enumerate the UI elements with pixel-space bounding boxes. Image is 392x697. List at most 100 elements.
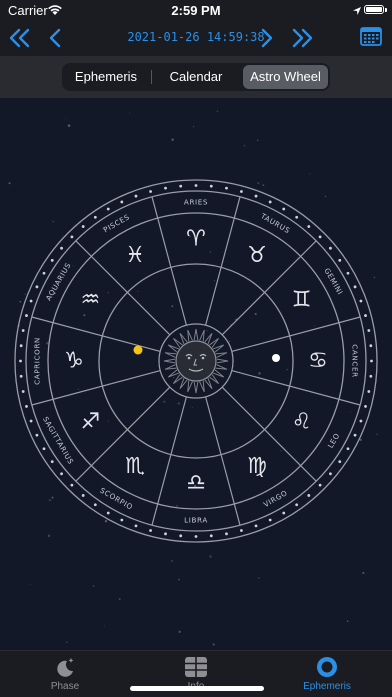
star — [186, 326, 188, 328]
degree-dot — [50, 460, 54, 464]
segment-calendar[interactable]: Calendar — [154, 65, 238, 89]
star — [212, 643, 215, 646]
sign-glyph-sagittarius: ♐ — [80, 410, 100, 435]
segment-ephemeris[interactable]: Ephemeris — [64, 65, 148, 89]
star — [65, 641, 68, 643]
degree-dot — [42, 447, 46, 451]
star — [163, 400, 166, 403]
degree-dot — [353, 433, 357, 437]
degree-dot — [134, 524, 138, 528]
degree-dot — [359, 299, 363, 303]
sign-name-gemini: GEMINI — [322, 266, 345, 296]
degree-dot — [254, 524, 258, 528]
sun-ray — [193, 381, 199, 394]
degree-dot — [318, 483, 322, 487]
star — [257, 182, 260, 185]
star — [83, 314, 86, 317]
chevron-right-icon[interactable] — [252, 24, 280, 52]
star — [29, 583, 31, 585]
moon-position-marker[interactable] — [272, 354, 280, 362]
star — [314, 324, 316, 326]
view-switcher-bar: Ephemeris Calendar Astro Wheel — [0, 56, 392, 98]
sign-glyph-gemini: ♊ — [292, 288, 312, 313]
star — [209, 555, 212, 558]
degree-dot — [19, 344, 23, 348]
sun-ray — [193, 328, 199, 341]
sun-ray — [172, 337, 183, 348]
star — [173, 377, 175, 378]
sign-name-aries: ARIES — [184, 198, 208, 207]
degree-dot — [268, 518, 272, 522]
sun-ray — [187, 380, 193, 393]
degree-dot — [42, 271, 46, 275]
sun-ray — [179, 332, 188, 344]
degree-dot — [164, 186, 167, 190]
tab-phase[interactable]: Phase — [15, 655, 115, 692]
sign-glyph-cancer: ♋ — [308, 349, 328, 374]
grid-icon — [146, 655, 246, 679]
tab-ephemeris[interactable]: Ephemeris — [277, 655, 377, 692]
degree-dot — [240, 529, 243, 532]
star — [373, 276, 376, 279]
sun-position-marker[interactable] — [133, 345, 143, 355]
star — [77, 388, 80, 390]
sign-name-pisces: PISCES — [102, 212, 131, 234]
degree-dot — [359, 419, 363, 423]
sign-glyph-taurus: ♉ — [247, 243, 267, 268]
star — [193, 126, 195, 128]
sun-ray — [209, 374, 220, 385]
sign-name-aquarius: AQUARIUS — [44, 261, 73, 302]
star — [177, 578, 180, 581]
degree-dot — [209, 534, 213, 538]
degree-dot — [369, 374, 373, 378]
star — [8, 182, 11, 185]
degree-dot — [370, 359, 373, 363]
sun-ray — [167, 344, 179, 353]
sign-name-cancer: CANCER — [351, 344, 360, 377]
calendar-icon[interactable] — [360, 26, 382, 46]
degree-dot — [60, 472, 63, 476]
star — [258, 372, 261, 375]
segment-astro-wheel[interactable]: Astro Wheel — [243, 65, 328, 89]
star — [376, 433, 378, 435]
double-chevron-left-icon[interactable] — [6, 24, 34, 52]
location-arrow-icon — [352, 4, 362, 19]
degree-dot — [106, 511, 110, 515]
sign-glyph-leo: ♌ — [292, 410, 312, 435]
degree-dot — [240, 190, 243, 193]
star — [176, 505, 178, 507]
sign-name-taurus: TAURUS — [258, 211, 291, 236]
degree-dot — [164, 532, 167, 536]
degree-dot — [268, 200, 272, 204]
sun-ray — [163, 358, 176, 364]
degree-dot — [364, 405, 367, 408]
sign-glyph-capricorn: ♑ — [64, 349, 84, 374]
star — [258, 577, 260, 579]
date-navigation-bar: 2021-01-26 14:59:38 — [0, 20, 392, 56]
star — [209, 251, 212, 253]
degree-dot — [364, 314, 367, 317]
degree-dot — [367, 390, 371, 393]
degree-dot — [60, 246, 63, 250]
sign-glyph-aries: ♈ — [186, 227, 206, 252]
degree-dot — [70, 483, 74, 487]
chevron-left-icon[interactable] — [42, 24, 70, 52]
double-chevron-right-icon[interactable] — [288, 24, 316, 52]
star — [256, 139, 259, 142]
sign-name-scorpio: SCORPIO — [98, 486, 134, 512]
sun-ray — [216, 358, 229, 364]
degree-dot — [35, 285, 39, 289]
star — [262, 184, 265, 187]
moon-stars-icon — [15, 655, 115, 679]
star — [350, 411, 351, 413]
degree-dot — [81, 494, 85, 497]
degree-dot — [353, 285, 357, 289]
status-bar: Carrier 2:59 PM — [0, 0, 392, 20]
star — [177, 402, 181, 405]
degree-dot — [179, 534, 183, 538]
star — [362, 571, 365, 575]
star — [280, 450, 282, 452]
degree-dot — [149, 190, 152, 193]
degree-dot — [25, 405, 28, 408]
tab-ephemeris-label: Ephemeris — [303, 681, 351, 692]
